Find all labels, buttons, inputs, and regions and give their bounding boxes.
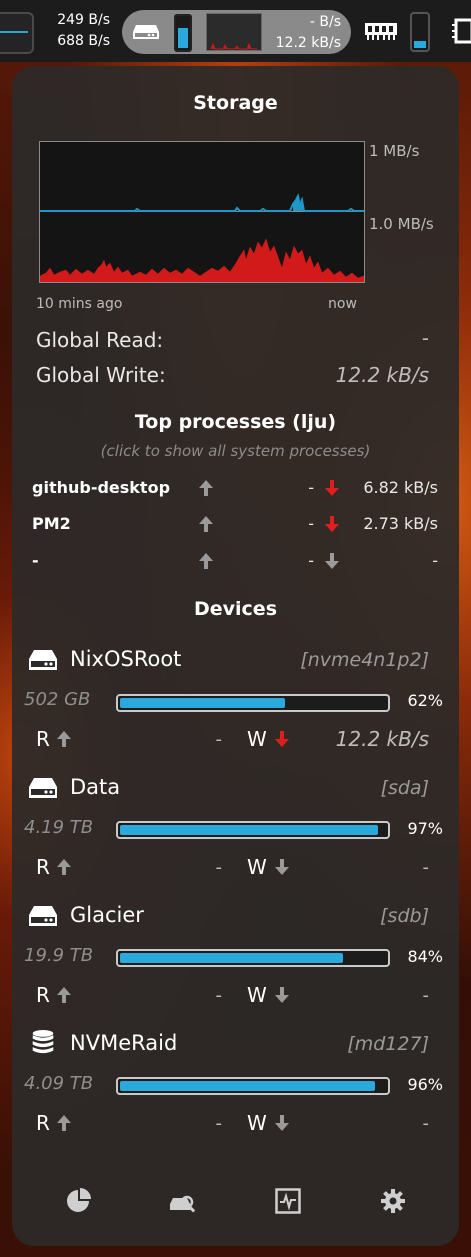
graph-mid-label: 1.0 MB/s bbox=[369, 215, 434, 233]
device-read-value: - bbox=[215, 729, 223, 750]
device-usage-bar bbox=[116, 1077, 390, 1095]
network-upload-rate: 688 B/s bbox=[57, 33, 110, 49]
disk-usage-meter-icon bbox=[174, 14, 192, 52]
device-write-value: 12.2 kB/s bbox=[335, 727, 429, 751]
process-name: PM2 bbox=[32, 514, 71, 533]
storage-title: Storage bbox=[193, 92, 278, 114]
device-usage-percent: 62% bbox=[407, 691, 443, 710]
process-read-value: - bbox=[308, 514, 314, 533]
top-panel: 249 B/s 688 B/s - B/s 12.2 kB/s bbox=[0, 0, 471, 62]
device-id: [md127] bbox=[347, 1033, 429, 1055]
write-arrow-down-icon bbox=[325, 480, 339, 496]
read-arrow-up-icon bbox=[199, 553, 213, 569]
devices-title: Devices bbox=[193, 598, 277, 620]
device-usage-percent: 96% bbox=[407, 1075, 443, 1094]
drive-icon bbox=[29, 650, 57, 670]
device-size: 19.9 TB bbox=[24, 945, 94, 966]
device-usage-percent: 97% bbox=[407, 819, 443, 838]
process-read-value: - bbox=[308, 551, 314, 570]
write-arrow-down-icon bbox=[275, 731, 289, 747]
write-series bbox=[40, 238, 364, 282]
process-name: github-desktop bbox=[32, 478, 171, 497]
io-graph-plot bbox=[40, 193, 364, 282]
device-write-value: - bbox=[422, 857, 430, 878]
read-arrow-up-icon bbox=[57, 859, 71, 875]
network-rates[interactable]: 249 B/s 688 B/s bbox=[48, 10, 110, 52]
device-usage-bar bbox=[116, 949, 390, 967]
device-usage-bar bbox=[116, 821, 390, 839]
system-monitor-icon[interactable] bbox=[275, 1188, 301, 1214]
device-write-value: - bbox=[422, 1113, 430, 1134]
write-arrow-down-icon bbox=[275, 1115, 289, 1131]
device-name: NixOSRoot bbox=[70, 647, 182, 671]
global-read-value: - bbox=[421, 326, 429, 350]
drive-icon bbox=[29, 906, 57, 926]
ram-icon[interactable] bbox=[364, 20, 398, 42]
top-processes-title[interactable]: Top processes (lju) bbox=[12, 411, 459, 433]
write-label: W bbox=[247, 983, 267, 1007]
disk-search-icon[interactable] bbox=[170, 1188, 196, 1214]
write-label: W bbox=[247, 727, 267, 751]
graph-top-label: 1 MB/s bbox=[369, 142, 420, 160]
network-download-rate: 249 B/s bbox=[57, 12, 110, 28]
io-graph-icon bbox=[206, 13, 262, 51]
process-write-value: 6.82 kB/s bbox=[363, 478, 438, 497]
write-arrow-down-icon bbox=[325, 516, 339, 532]
read-arrow-up-icon bbox=[57, 731, 71, 747]
top-processes-hint[interactable]: (click to show all system processes) bbox=[12, 442, 459, 460]
read-arrow-up-icon bbox=[57, 1115, 71, 1131]
write-arrow-down-icon bbox=[275, 859, 289, 875]
device-read-value: - bbox=[215, 857, 223, 878]
read-label: R bbox=[36, 855, 50, 879]
device-id: [nvme4n1p2] bbox=[300, 649, 429, 671]
storage-indicator[interactable]: - B/s 12.2 kB/s bbox=[122, 10, 351, 54]
read-series bbox=[40, 193, 364, 212]
network-graph-icon[interactable] bbox=[0, 12, 34, 54]
write-arrow-down-icon bbox=[325, 553, 339, 569]
device-name: Glacier bbox=[70, 903, 144, 927]
process-read-value: - bbox=[308, 478, 314, 497]
device-write-value: - bbox=[422, 985, 430, 1006]
device-usage-bar bbox=[116, 694, 390, 712]
database-icon bbox=[32, 1030, 54, 1054]
write-label: W bbox=[247, 855, 267, 879]
read-arrow-up-icon bbox=[57, 987, 71, 1003]
storage-popup-panel: Storage 1 MB/s 1.0 MB/s 10 mins ago now … bbox=[12, 66, 459, 1246]
read-label: R bbox=[36, 983, 50, 1007]
disk-read-rate: - B/s bbox=[309, 14, 341, 30]
read-arrow-up-icon bbox=[199, 516, 213, 532]
device-name: Data bbox=[70, 775, 121, 799]
device-size: 502 GB bbox=[24, 689, 91, 710]
process-write-value: - bbox=[432, 551, 438, 570]
graph-x-end-label: now bbox=[328, 296, 357, 312]
settings-gear-icon[interactable] bbox=[380, 1188, 406, 1214]
cpu-chip-icon[interactable] bbox=[452, 18, 471, 44]
memory-meter-icon[interactable] bbox=[410, 12, 430, 52]
storage-io-graph bbox=[39, 141, 365, 283]
write-label: W bbox=[247, 1111, 267, 1135]
global-read-label: Global Read: bbox=[36, 328, 164, 352]
read-arrow-up-icon bbox=[199, 480, 213, 496]
read-label: R bbox=[36, 1111, 50, 1135]
global-write-label: Global Write: bbox=[36, 363, 166, 387]
device-id: [sdb] bbox=[380, 905, 429, 927]
device-size: 4.09 TB bbox=[24, 1073, 94, 1094]
device-usage-percent: 84% bbox=[407, 947, 443, 966]
write-arrow-down-icon bbox=[275, 987, 289, 1003]
drive-icon bbox=[29, 778, 57, 798]
read-label: R bbox=[36, 727, 50, 751]
drive-icon bbox=[133, 25, 159, 39]
device-read-value: - bbox=[215, 985, 223, 1006]
global-write-value: 12.2 kB/s bbox=[335, 363, 429, 387]
disk-write-rate: 12.2 kB/s bbox=[275, 35, 341, 51]
process-write-value: 2.73 kB/s bbox=[363, 514, 438, 533]
graph-x-start-label: 10 mins ago bbox=[36, 296, 123, 312]
device-id: [sda] bbox=[380, 777, 429, 799]
process-name: - bbox=[32, 551, 39, 570]
device-size: 4.19 TB bbox=[24, 817, 94, 838]
device-name: NVMeRaid bbox=[70, 1031, 178, 1055]
pie-chart-icon[interactable] bbox=[65, 1188, 91, 1214]
device-read-value: - bbox=[215, 1113, 223, 1134]
